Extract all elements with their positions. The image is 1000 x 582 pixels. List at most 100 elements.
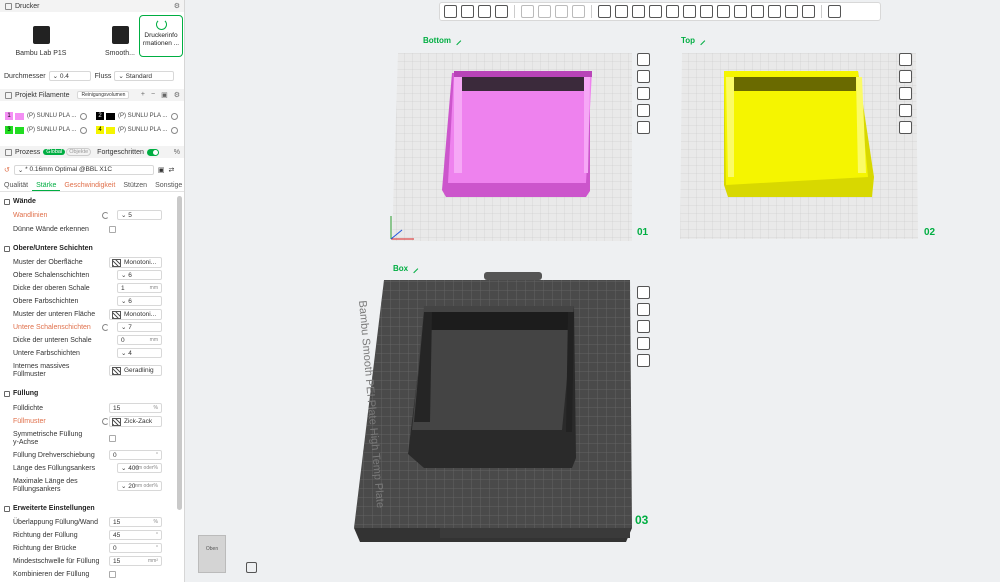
shells-section-title: Obere/Untere Schichten [4,245,93,252]
filament-settings-icon[interactable] [80,112,88,120]
filament-item[interactable]: 4 (P) SUNLU PLA ... [96,126,179,134]
arrange-plate-icon[interactable] [899,70,912,83]
plate-settings-icon[interactable] [637,121,650,134]
orient-plate-icon[interactable] [899,87,912,100]
scale-icon[interactable] [632,5,645,18]
tab-strength[interactable]: Stärke [32,180,61,191]
split-icon[interactable] [802,5,815,18]
reset-icon[interactable] [102,324,109,331]
plate-settings-icon[interactable] [637,354,650,367]
tab-support[interactable]: Stützen [119,180,151,191]
text-icon[interactable] [734,5,747,18]
add-object-icon[interactable] [444,5,457,18]
filament-settings-icon[interactable] [80,126,88,134]
reset-icon[interactable] [102,418,109,425]
copy-icon[interactable] [521,5,534,18]
printer-card-plate[interactable]: Smooth... [100,17,140,57]
compare-icon[interactable]: ⇄ [169,166,175,174]
arrange-plate-icon[interactable] [637,70,650,83]
plate-2-bed[interactable] [680,45,920,241]
filament-item[interactable]: 3 (P) SUNLU PLA ... [5,126,88,134]
paste-icon[interactable] [538,5,551,18]
plate-1-bed[interactable] [388,45,636,245]
orient-plate-icon[interactable] [637,320,650,333]
process-preset-select[interactable]: ⌄ * 0.16mm Optimal @BBL X1C [13,164,154,175]
flow-select[interactable]: ⌄ Standard [114,71,175,81]
move-icon[interactable] [598,5,611,18]
close-icon[interactable] [637,286,650,299]
arrange-plate-icon[interactable] [637,303,650,316]
view-cube[interactable]: Oben [198,535,226,573]
lay-flat-icon[interactable] [649,5,662,18]
edit-icon[interactable] [696,36,706,45]
printer-info-button[interactable]: Druckerinfo rmationen ... [139,15,183,57]
bottom-pattern-select[interactable]: Monotoni... [109,309,162,320]
bottom-color-layers-input[interactable]: ⌄ 4 [117,348,162,358]
orient-plate-icon[interactable] [637,87,650,100]
filament-settings-icon[interactable] [171,112,179,120]
cleaning-volume-button[interactable]: Reinigungsvolumen [77,91,130,99]
plate-title-bottom[interactable]: Bottom [423,36,462,45]
save-icon[interactable]: ▣ [158,166,165,174]
auto-orient-icon[interactable] [478,5,491,18]
printer-card-p1s[interactable]: Bambu Lab P1S [6,17,76,57]
edit-icon[interactable] [452,36,462,45]
nozzle-diameter-select[interactable]: ⌄ 0.4 [48,71,91,81]
reset-icon[interactable]: ↺ [4,166,10,174]
assembly-icon[interactable] [768,5,781,18]
infill-pattern-select[interactable]: Zick-Zack [109,416,162,427]
bridge-direction-input[interactable]: 0 [109,543,162,553]
top-pattern-select[interactable]: Monotoni... [109,257,162,268]
reset-icon[interactable] [102,212,109,219]
plate-title-top[interactable]: Top [681,36,706,45]
tab-other[interactable]: Sonstige [151,180,184,191]
bottom-layers-input[interactable]: ⌄ 7 [117,322,162,332]
support-paint-icon[interactable] [700,5,713,18]
infill-rotation-input[interactable]: 0 [109,450,162,460]
filament-item[interactable]: 1 (P) SUNLU PLA ... [5,112,88,120]
detect-thin-wall-checkbox[interactable] [109,226,116,233]
gear-icon[interactable]: ⚙ [174,2,180,10]
sync-filament-icon[interactable]: ▣ [161,91,168,99]
color-swatch [106,112,115,120]
filament-section-header: Projekt Filamente Reinigungsvolumen + − ▣ ⚙ [0,89,184,101]
symmetric-infill-checkbox[interactable] [109,435,116,442]
infill-direction-input[interactable]: 45 [109,530,162,540]
measure-icon[interactable] [751,5,764,18]
rotate-icon[interactable] [615,5,628,18]
wall-loops-input[interactable]: ⌄ 5 [117,210,162,220]
seam-paint-icon[interactable] [717,5,730,18]
delete-icon[interactable] [555,5,568,18]
view-settings-icon[interactable] [828,5,841,18]
objects-toggle[interactable]: Objekte [66,148,92,156]
plate-settings-icon[interactable] [899,121,912,134]
advanced-toggle[interactable] [146,148,159,156]
lock-icon[interactable] [899,104,912,117]
scrollbar[interactable] [177,196,182,510]
color-paint-icon[interactable] [785,5,798,18]
global-toggle[interactable]: Global [43,149,66,155]
combine-infill-checkbox[interactable] [109,571,116,578]
close-icon[interactable] [637,53,650,66]
top-layers-input[interactable]: ⌄ 6 [117,270,162,280]
filament-item[interactable]: 2 (P) SUNLU PLA ... [96,112,179,120]
layers-icon[interactable] [572,5,585,18]
boolean-icon[interactable] [683,5,696,18]
add-plate-icon[interactable] [461,5,474,18]
home-view-icon[interactable] [246,562,257,573]
lock-icon[interactable] [637,337,650,350]
lock-icon[interactable] [637,104,650,117]
tab-speed[interactable]: Geschwindigkeit [60,180,119,191]
close-icon[interactable] [899,53,912,66]
cut-icon[interactable] [666,5,679,18]
remove-icon[interactable]: − [151,91,155,99]
add-icon[interactable]: + [141,91,145,99]
internal-solid-pattern-select[interactable]: Geradlinig [109,365,162,376]
plate-3-bed[interactable] [354,272,638,544]
gear-icon[interactable]: ⚙ [174,91,180,99]
filament-settings-icon[interactable] [171,126,179,134]
arrange-icon[interactable] [495,5,508,18]
percent-icon[interactable]: % [174,149,180,156]
tab-quality[interactable]: Qualität [0,180,32,191]
top-color-layers-input[interactable]: ⌄ 6 [117,296,162,306]
